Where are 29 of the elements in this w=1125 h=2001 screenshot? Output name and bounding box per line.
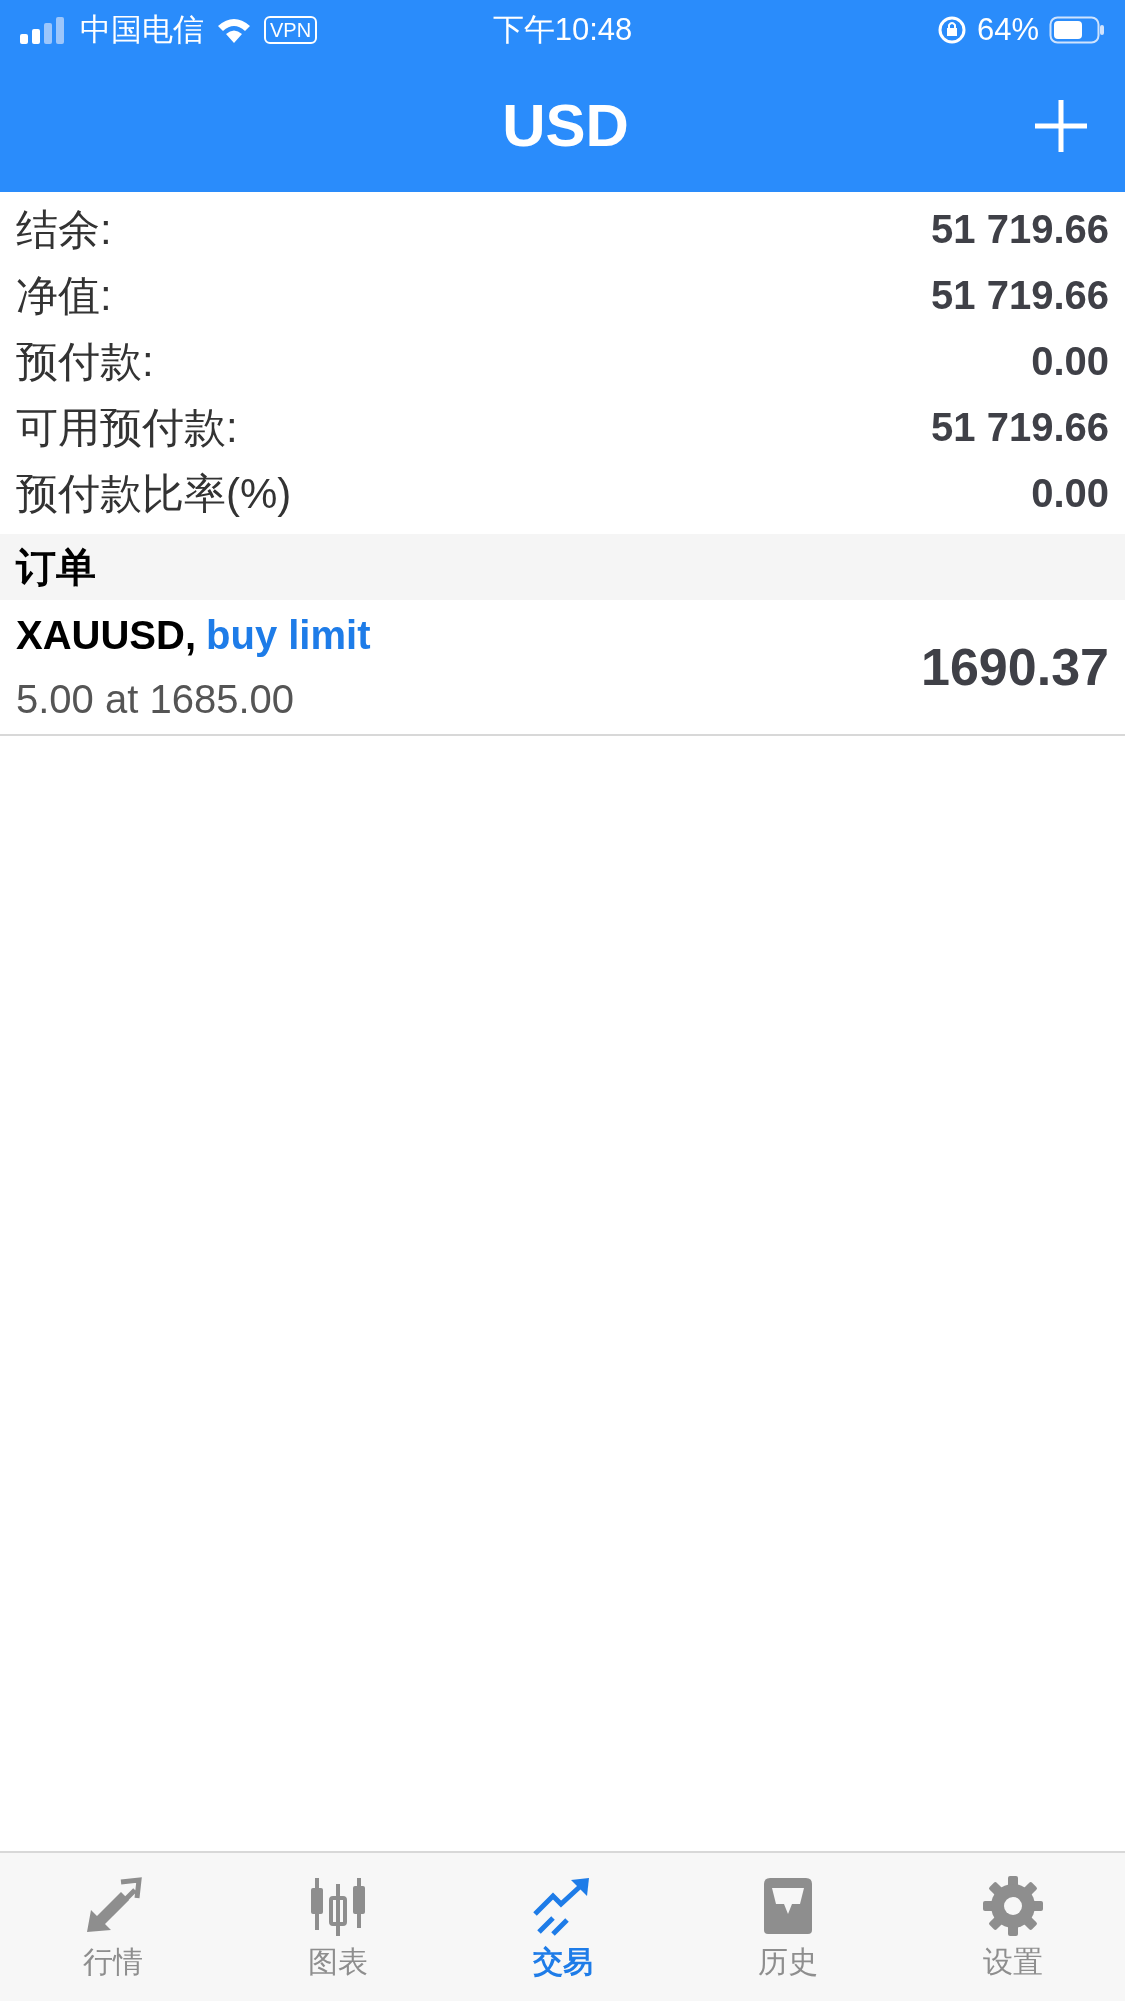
summary-value: 51 719.66 — [931, 272, 1109, 319]
battery-percent: 64% — [976, 10, 1039, 49]
tab-bar-item[interactable]: 历史 — [675, 1853, 900, 2001]
summary-label: 预付款比率(%) — [16, 468, 292, 519]
section-title: 订单 — [16, 544, 96, 591]
order-symbol: XAUUSD, — [16, 612, 197, 659]
settings-icon — [980, 1874, 1045, 1938]
tab-bar-item[interactable]: 交易 — [450, 1853, 675, 2001]
summary-label: 可用预付款: — [16, 402, 238, 453]
summary-label: 结余: — [16, 204, 112, 255]
wifi-icon — [216, 16, 252, 44]
order-price: 1690.37 — [921, 637, 1109, 698]
battery-icon — [1049, 16, 1105, 44]
rotation-lock-icon — [936, 15, 967, 45]
order-type: buy limit — [206, 612, 371, 659]
clock: 下午10:48 — [491, 10, 634, 49]
summary-label: 净值: — [16, 270, 112, 321]
tab-bar-item[interactable]: 行情 — [0, 1853, 225, 2001]
summary-value: 51 719.66 — [931, 404, 1109, 451]
tab-bar-item[interactable]: 图表 — [225, 1853, 450, 2001]
header-title: USD — [502, 91, 629, 161]
summary-value: 51 719.66 — [931, 206, 1109, 253]
vpn-badge: VPN — [264, 16, 318, 44]
tab-bar-item[interactable]: 设置 — [900, 1853, 1125, 2001]
summary-label: 预付款: — [16, 336, 154, 387]
summary-value: 0.00 — [1031, 470, 1109, 517]
summary-value: 0.00 — [1031, 338, 1109, 385]
order-volume: 5.00 at 1685.00 — [16, 676, 296, 723]
carrier-name: 中国电信 — [80, 10, 204, 49]
